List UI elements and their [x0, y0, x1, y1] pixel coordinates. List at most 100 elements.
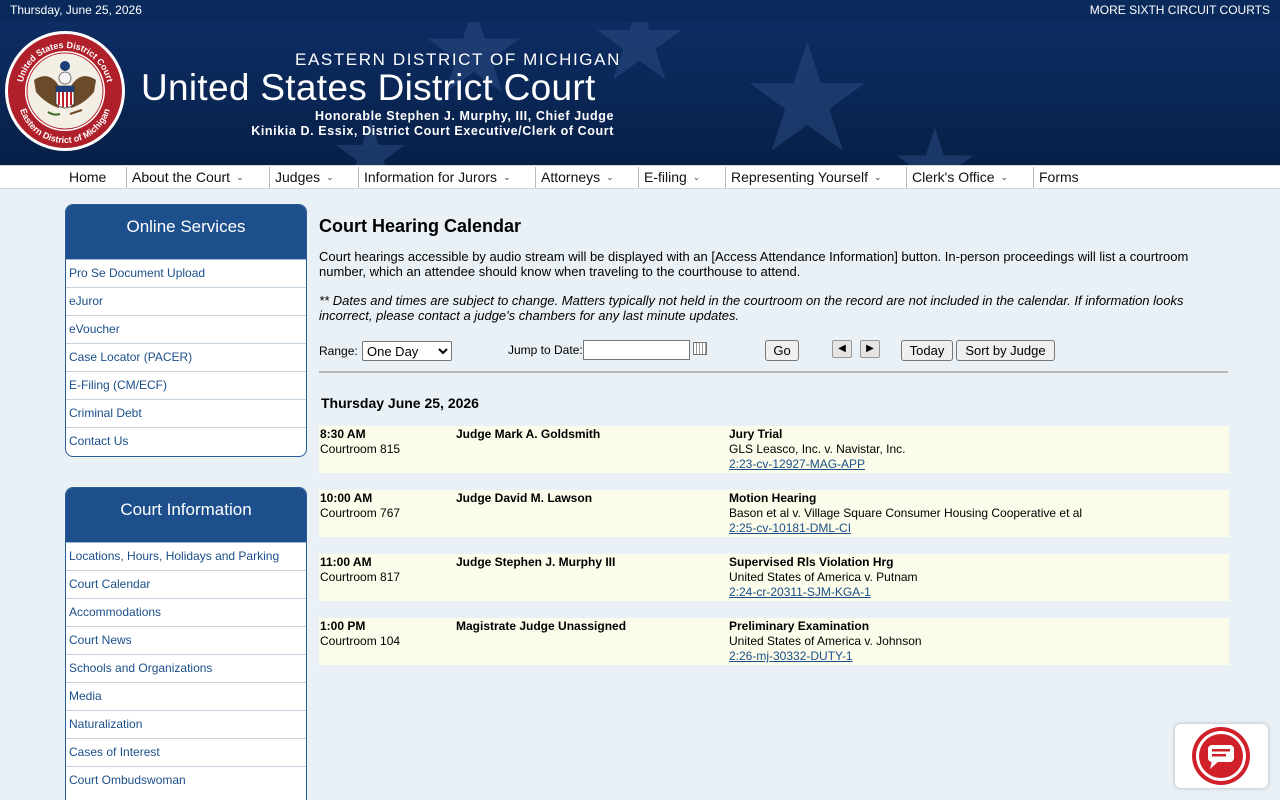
sidebar-item-court-calendar[interactable]: Court Calendar: [66, 571, 306, 599]
hearing-row: 10:00 AM Courtroom 767 Judge David M. Law…: [319, 490, 1229, 537]
hearing-row: 11:00 AM Courtroom 817 Judge Stephen J. M…: [319, 554, 1229, 601]
sidebar-item-court-news[interactable]: Court News: [66, 627, 306, 655]
hearing-parties: Bason et al v. Village Square Consumer H…: [729, 506, 1083, 520]
case-number-link[interactable]: 2:24-cr-20311-SJM-KGA-1: [729, 585, 918, 600]
chief-judge-line: Honorable Stephen J. Murphy, III, Chief …: [314, 109, 614, 123]
nav-divider: [1033, 167, 1034, 188]
hearing-parties: United States of America v. Putnam: [729, 570, 918, 584]
nav-label: Clerk's Office: [912, 169, 995, 185]
case-number-link[interactable]: 2:25-cv-10181-DML-CI: [729, 521, 1082, 536]
chevron-down-icon: ⌄: [606, 172, 614, 182]
court-information-panel: Court Information Locations, Hours, Holi…: [65, 487, 307, 800]
nav-divider: [906, 167, 907, 188]
page-title: Court Hearing Calendar: [319, 216, 522, 236]
nav-information-for-jurors[interactable]: Information for Jurors ⌄: [358, 166, 511, 188]
nav-about-the-court[interactable]: About the Court ⌄: [126, 166, 244, 188]
chat-widget-button[interactable]: [1175, 724, 1268, 788]
chevron-down-icon: ⌄: [874, 172, 882, 182]
sidebar-item-pro-se-upload[interactable]: Pro Se Document Upload: [66, 260, 306, 288]
current-date: Thursday, June 25, 2026: [10, 3, 142, 17]
sort-by-judge-button[interactable]: Sort by Judge: [956, 340, 1055, 361]
chevron-down-icon: ⌄: [692, 172, 701, 182]
jump-to-date-input[interactable]: [583, 340, 690, 360]
sidebar-item-accommodations[interactable]: Accommodations: [66, 599, 306, 627]
nav-forms[interactable]: Forms: [1033, 166, 1079, 188]
nav-label: Representing Yourself: [731, 169, 868, 185]
hearing-time: 8:30 AM: [320, 427, 366, 441]
calendar-day-heading: Thursday June 25, 2026: [321, 395, 479, 411]
hearing-time: 11:00 AM: [320, 555, 372, 569]
sidebar-item-evoucher[interactable]: eVoucher: [66, 316, 306, 344]
nav-divider: [126, 167, 127, 188]
nav-divider: [358, 167, 359, 188]
hearing-type: Jury Trial: [729, 427, 783, 441]
nav-label: Home: [69, 169, 107, 185]
hearing-parties: United States of America v. Johnson: [729, 634, 922, 648]
sidebar-item-locations[interactable]: Locations, Hours, Holidays and Parking: [66, 543, 306, 571]
online-services-heading: Online Services: [66, 205, 306, 260]
nav-e-filing[interactable]: E-filing ⌄: [638, 166, 701, 188]
site-header: ★ ★ ★ ★ ★ United States District Court E…: [0, 22, 1280, 165]
top-bar: Thursday, June 25, 2026 MORE SIXTH CIRCU…: [0, 0, 1280, 22]
court-information-heading: Court Information: [66, 488, 306, 543]
sidebar-item-cases-of-interest[interactable]: Cases of Interest: [66, 739, 306, 767]
main-navigation: Home About the Court ⌄ Judges ⌄ Informatio…: [0, 165, 1280, 189]
nav-divider: [638, 167, 639, 188]
decorative-star-icon: ★: [890, 107, 980, 165]
sidebar-item-media[interactable]: Media: [66, 683, 306, 711]
decorative-star-icon: ★: [740, 22, 875, 165]
case-number-link[interactable]: 2:23-cv-12927-MAG-APP: [729, 457, 906, 472]
case-number-link[interactable]: 2:26-mj-30332-DUTY-1: [729, 649, 922, 664]
nav-representing-yourself[interactable]: Representing Yourself ⌄: [725, 166, 882, 188]
clerk-line: Kinikia D. Essix, District Court Executi…: [251, 124, 614, 138]
sidebar-item-criminal-debt[interactable]: Criminal Debt: [66, 400, 306, 428]
nav-label: About the Court: [132, 169, 231, 185]
calendar-icon[interactable]: [693, 342, 707, 355]
nav-label: Information for Jurors: [364, 169, 498, 185]
hearing-judge: Judge Mark A. Goldsmith: [456, 427, 601, 441]
nav-judges[interactable]: Judges ⌄: [269, 166, 334, 188]
sidebar-item-ejuror[interactable]: eJuror: [66, 288, 306, 316]
range-select[interactable]: One Day: [362, 341, 452, 361]
chevron-down-icon: ⌄: [326, 172, 334, 182]
hearing-courtroom: Courtroom 104: [320, 634, 401, 648]
intro-text: Court hearings accessible by audio strea…: [319, 249, 1189, 279]
more-sixth-circuit-courts-link[interactable]: MORE SIXTH CIRCUIT COURTS: [1090, 3, 1270, 17]
sidebar-item-ombudswoman[interactable]: Court Ombudswoman: [66, 767, 306, 795]
nav-home[interactable]: Home: [69, 166, 106, 188]
nav-divider: [269, 167, 270, 188]
court-seal-logo[interactable]: United States District Court Eastern Dis…: [4, 30, 126, 152]
sidebar-item-e-filing[interactable]: E-Filing (CM/ECF): [66, 372, 306, 400]
sidebar-item-case-locator[interactable]: Case Locator (PACER): [66, 344, 306, 372]
chat-bubble-icon: [1192, 727, 1250, 785]
hearing-courtroom: Courtroom 767: [320, 506, 401, 520]
hearing-parties: GLS Leasco, Inc. v. Navistar, Inc.: [729, 442, 906, 456]
today-button[interactable]: Today: [901, 340, 953, 361]
hearing-judge: Magistrate Judge Unassigned: [456, 619, 627, 633]
hearing-type: Motion Hearing: [729, 491, 817, 505]
hearing-courtroom: Courtroom 815: [320, 442, 401, 456]
court-title[interactable]: United States District Court: [141, 67, 596, 109]
nav-attorneys[interactable]: Attorneys ⌄: [535, 166, 614, 188]
disclaimer-note: ** Dates and times are subject to change…: [319, 293, 1184, 323]
sidebar-item-contact-us[interactable]: Contact Us: [66, 428, 306, 456]
hearing-courtroom: Courtroom 817: [320, 570, 401, 584]
online-services-panel: Online Services Pro Se Document Upload e…: [65, 204, 307, 457]
hearing-row: 1:00 PM Courtroom 104 Magistrate Judge Un…: [319, 618, 1229, 665]
hearing-time: 1:00 PM: [320, 619, 366, 633]
hearing-row: 8:30 AM Courtroom 815 Judge Mark A. Golds…: [319, 426, 1229, 473]
controls-divider: [319, 371, 1228, 373]
chevron-down-icon: ⌄: [503, 172, 511, 182]
nav-label: Forms: [1039, 169, 1079, 185]
range-label: Range:: [319, 344, 358, 358]
next-day-arrow-icon[interactable]: ▶: [860, 340, 880, 358]
sidebar-item-naturalization[interactable]: Naturalization: [66, 711, 306, 739]
previous-day-arrow-icon[interactable]: ◀: [832, 340, 852, 358]
nav-label: E-filing: [644, 169, 687, 185]
go-button[interactable]: Go: [765, 340, 799, 361]
hearing-time: 10:00 AM: [320, 491, 373, 505]
chevron-down-icon: ⌄: [236, 172, 244, 182]
nav-clerks-office[interactable]: Clerk's Office ⌄: [906, 166, 1008, 188]
sidebar-item-schools[interactable]: Schools and Organizations: [66, 655, 306, 683]
nav-divider: [535, 167, 536, 188]
